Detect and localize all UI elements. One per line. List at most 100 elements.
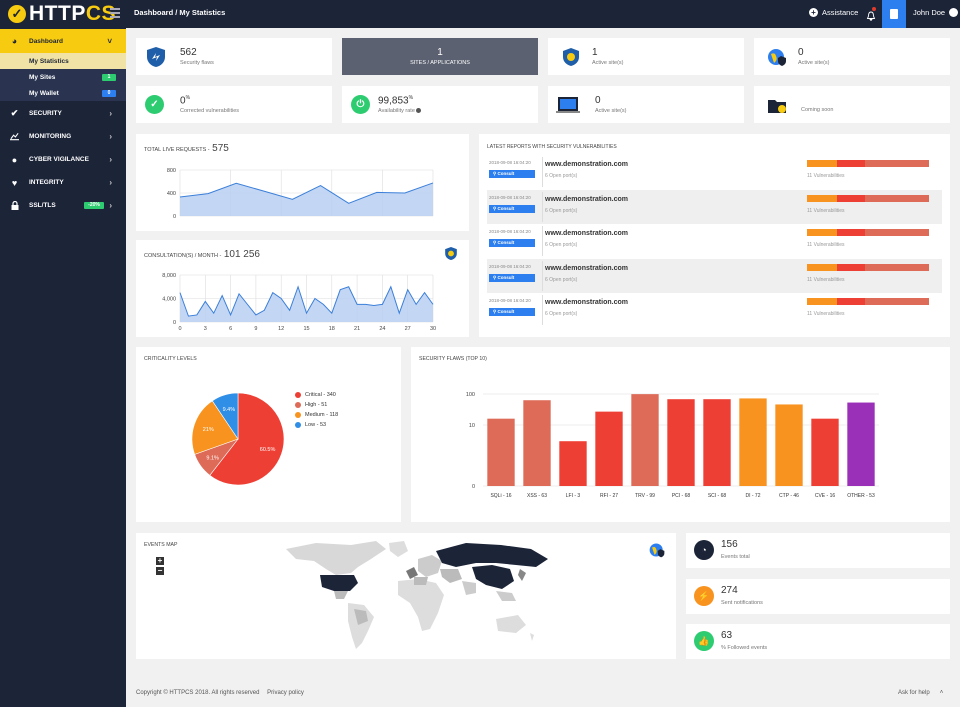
- sites-count-badge: 1: [102, 73, 116, 81]
- sidebar-item-cyber-vigilance[interactable]: ● CYBER VIGILANCE ›: [0, 148, 126, 171]
- report-ports: 6 Open port(s): [545, 173, 578, 179]
- x-tick-label: 27: [405, 326, 411, 332]
- x-tick-label: 6: [229, 326, 232, 332]
- sidebar-sub-my-wallet[interactable]: My Wallet 0: [0, 85, 126, 101]
- slice-label: 60.5%: [260, 447, 276, 453]
- x-tick-label: 18: [329, 326, 335, 332]
- privacy-policy-link[interactable]: Privacy policy: [267, 690, 304, 696]
- consult-button[interactable]: ⚲ Consult: [489, 204, 535, 213]
- report-row: 2018-09-08 16:04:20 ⚲ Consult www.demonstr…: [487, 224, 942, 258]
- map-region-europe-africa: [398, 555, 444, 631]
- consult-button[interactable]: ⚲ Consult: [489, 170, 535, 178]
- dashboard-gauge-icon: ◕: [11, 36, 18, 46]
- stat-label: Active site(s): [595, 108, 627, 114]
- lock-icon: [10, 201, 19, 210]
- sidebar-item-integrity[interactable]: ♥ INTEGRITY ›: [0, 171, 126, 194]
- report-vulnerabilities: 11 Vulnerabilities: [807, 173, 845, 179]
- bar: [775, 404, 803, 486]
- check-circle-icon: ✓: [145, 95, 164, 114]
- y-tick-label: 0: [173, 214, 176, 220]
- sidebar-sub-my-statistics[interactable]: My Statistics: [0, 53, 126, 69]
- x-tick-label: 30: [430, 326, 436, 332]
- criticality-pie-chart: 60.5% 9.1% 21% 9.4%: [191, 392, 285, 486]
- row-divider: [542, 157, 543, 187]
- sent-notifications-card[interactable]: ⚡ 274 Sent notifications: [686, 579, 950, 614]
- sidebar-item-ssl-tls[interactable]: SSL/TLS -20% ›: [0, 194, 126, 217]
- stat-value: 99,853%: [378, 95, 414, 107]
- legend-item: Critical - 340: [295, 392, 338, 398]
- logo[interactable]: ✓ HTTPCS: [8, 3, 116, 24]
- row-divider: [542, 191, 543, 222]
- event-label: Sent notifications: [721, 600, 763, 606]
- consult-button[interactable]: ⚲ Consult: [489, 239, 535, 247]
- assistance-button[interactable]: + Assistance: [809, 8, 858, 17]
- map-region-north-america: [286, 541, 408, 599]
- breadcrumb: Dashboard / My Statistics: [134, 8, 226, 17]
- row-divider: [542, 226, 543, 256]
- report-site: www.demonstration.com: [545, 230, 628, 237]
- stat-label: SITES / APPLICATIONS: [410, 60, 470, 66]
- check-circle-icon: ✔: [10, 108, 19, 118]
- legend-item: High - 51: [295, 402, 338, 408]
- corrected-vulnerabilities-card[interactable]: ✓ 0% Corrected vulnerabilities: [136, 86, 332, 123]
- report-site: www.demonstration.com: [545, 161, 628, 168]
- bolt-icon: ⚡: [694, 586, 714, 606]
- active-sites-card-2[interactable]: 0 Active site(s): [754, 38, 950, 75]
- stat-value: 0: [595, 95, 601, 106]
- user-name: John Doe: [913, 8, 946, 17]
- shield-badge-icon: [560, 46, 582, 68]
- world-map[interactable]: [136, 533, 676, 659]
- monitored-sites-card[interactable]: 0 Active site(s): [548, 86, 744, 123]
- hamburger-menu-icon[interactable]: [110, 8, 120, 18]
- y-tick-label: 800: [167, 168, 176, 174]
- report-ports: 6 Open port(s): [545, 207, 578, 214]
- thumbs-up-icon: 👍: [694, 631, 714, 651]
- chevron-down-icon: ˅: [107, 36, 112, 46]
- check-logo-icon: ✓: [8, 5, 26, 23]
- report-date: 2018-09-08 16:04:20: [489, 263, 531, 269]
- events-map-card: EVENTS MAP + −: [136, 533, 676, 659]
- sidebar-item-label: INTEGRITY: [29, 179, 64, 186]
- sidebar-item-monitoring[interactable]: MONITORING ›: [0, 125, 126, 148]
- report-ports: 6 Open port(s): [545, 242, 578, 248]
- bar: [847, 402, 875, 486]
- severity-bar: [807, 229, 929, 236]
- followed-events-card[interactable]: 👍 63 % Followed events: [686, 624, 950, 659]
- documentation-button[interactable]: [882, 0, 906, 28]
- sidebar-sub-my-sites[interactable]: My Sites 1: [0, 69, 126, 85]
- events-total-card[interactable]: ◔ 156 Events total: [686, 533, 950, 568]
- user-menu[interactable]: John Doe: [913, 8, 959, 17]
- stat-value: 0%: [180, 95, 191, 107]
- ask-for-help-link[interactable]: Ask for help ˄: [898, 690, 943, 696]
- y-tick-label: 0: [472, 484, 475, 490]
- consult-button[interactable]: ⚲ Consult: [489, 308, 535, 316]
- globe-icon: ●: [11, 154, 18, 165]
- availability-rate-card[interactable]: ⏻ 99,853% Availability rate: [342, 86, 538, 123]
- report-row: 2018-09-08 16:04:20 ⚲ Consult www.demonstr…: [487, 189, 942, 224]
- consultations-card: CONSULTATION(S) / MONTH - 101 256 8,000 4…: [136, 240, 469, 337]
- active-sites-card[interactable]: 1 Active site(s): [548, 38, 744, 75]
- severity-bar: [807, 194, 929, 202]
- sidebar-item-security[interactable]: ✔ SECURITY ›: [0, 102, 126, 125]
- sidebar-item-dashboard[interactable]: ◕ Dashboard ˅: [0, 29, 126, 53]
- report-date: 2018-09-08 16:04:20: [489, 229, 531, 234]
- notifications-bell-icon[interactable]: [866, 7, 876, 22]
- security-flaws-card[interactable]: 562 Security flaws: [136, 38, 332, 75]
- help-icon: [416, 108, 422, 114]
- stat-label: Corrected vulnerabilities: [180, 108, 239, 114]
- stat-label: Active site(s): [592, 60, 624, 66]
- line-chart-icon: [10, 132, 19, 141]
- event-value: 274: [721, 585, 738, 596]
- consult-button[interactable]: ⚲ Consult: [489, 273, 535, 282]
- bar: [667, 399, 695, 486]
- x-tick-label: 3: [204, 326, 207, 332]
- y-tick-label: 100: [466, 392, 475, 398]
- criticality-levels-card: CRITICALITY LEVELS 60.5% 9.1% 21% 9.4% Crit…: [136, 347, 401, 522]
- live-requests-chart: 800 400 0: [167, 168, 434, 220]
- sites-applications-card[interactable]: 1 SITES / APPLICATIONS: [342, 38, 538, 75]
- chevron-right-icon: ›: [109, 201, 112, 210]
- row-divider: [542, 295, 543, 325]
- report-date: 2018-09-08 16:04:20: [489, 298, 531, 303]
- security-flaws-top-card: SECURITY FLAWS (TOP 10) 100 10 0 SQLi - 16 X…: [411, 347, 950, 522]
- x-tick-label: SQLi - 16: [490, 493, 511, 499]
